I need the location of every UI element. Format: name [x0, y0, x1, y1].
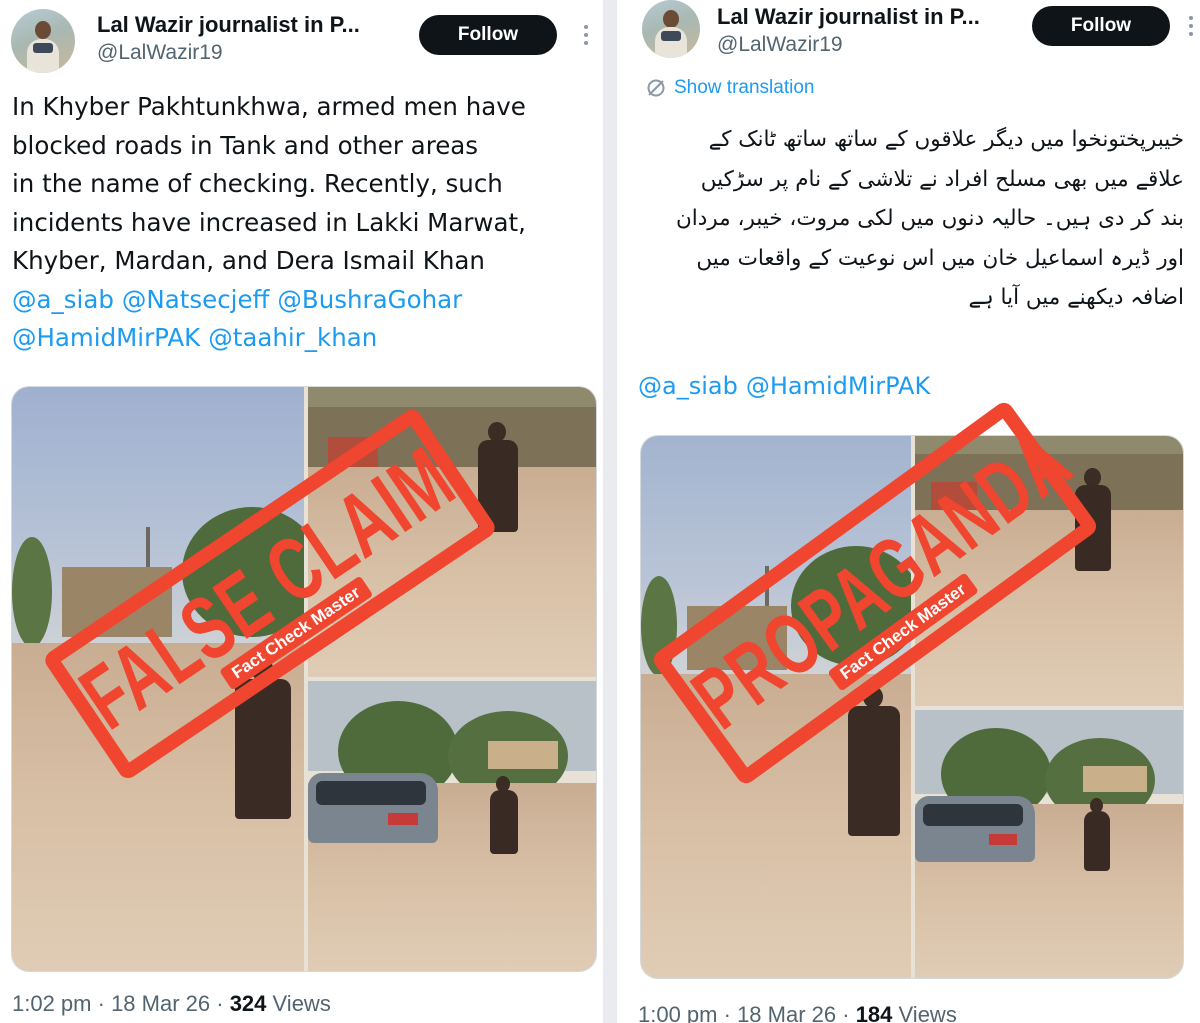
- views-count: 184: [855, 1002, 893, 1023]
- post-text-line: خیبرپختونخوا میں دیگر علاقوں کے ساتھ سات…: [708, 127, 1184, 152]
- post-text: In Khyber Pakhtunkhwa, armed men have bl…: [12, 88, 526, 358]
- mention-link[interactable]: @Natsecjeff: [122, 285, 270, 314]
- globe-icon: [647, 79, 665, 97]
- mention-link[interactable]: @HamidMirPAK: [12, 323, 200, 352]
- author-avatar[interactable]: [642, 0, 700, 58]
- mention-link[interactable]: @BushraGohar: [277, 285, 462, 314]
- more-vertical-icon[interactable]: [1188, 16, 1194, 40]
- media-photo[interactable]: [308, 681, 596, 971]
- follow-button[interactable]: Follow: [419, 15, 557, 55]
- post-time[interactable]: 1:02 pm: [12, 991, 92, 1016]
- mention-link[interactable]: @HamidMirPAK: [746, 372, 930, 400]
- post-text-line: blocked roads in Tank and other areas: [12, 130, 479, 160]
- post-text-line: Khyber, Mardan, and Dera Ismail Khan: [12, 246, 485, 275]
- author-handle[interactable]: @LalWazir19: [97, 41, 223, 65]
- mention-link[interactable]: @taahir_khan: [208, 323, 377, 352]
- show-translation-link[interactable]: Show translation: [646, 77, 814, 99]
- post-text-line: incidents have increased in Lakki Marwat…: [12, 207, 526, 237]
- more-vertical-icon[interactable]: [583, 25, 589, 49]
- left-post: Lal Wazir journalist in P... @LalWazir19…: [0, 0, 600, 1023]
- author-display-name[interactable]: Lal Wazir journalist in P...: [97, 12, 360, 38]
- post-text-line: اضافہ دیکھنے میں آیا ہے: [968, 285, 1185, 311]
- post-date[interactable]: 18 Mar 26: [737, 1002, 836, 1023]
- views-label: Views: [898, 1002, 957, 1023]
- mention-link[interactable]: @a_siab: [12, 285, 114, 314]
- views-label: Views: [272, 991, 331, 1016]
- show-translation-label[interactable]: Show translation: [674, 77, 814, 99]
- panel-divider: [603, 0, 617, 1023]
- mentions: @a_siab @HamidMirPAK: [638, 372, 930, 400]
- post-time[interactable]: 1:00 pm: [638, 1002, 718, 1023]
- post-text-urdu: خیبرپختونخوا میں دیگر علاقوں کے ساتھ سات…: [624, 120, 1184, 318]
- follow-button[interactable]: Follow: [1032, 6, 1170, 46]
- views-count: 324: [229, 991, 267, 1016]
- post-text-line: بند کر دی ہیں۔ حالیہ دنوں میں لکی مروت، …: [675, 206, 1184, 232]
- right-post: Lal Wazir journalist in P... @LalWazir19…: [620, 0, 1200, 1023]
- author-display-name[interactable]: Lal Wazir journalist in P...: [717, 4, 980, 30]
- post-text-line: اور ڈیرہ اسماعیل خان میں اس نوعیت کے واق…: [696, 245, 1184, 271]
- post-meta: 1:00 pm · 18 Mar 26 · 184 Views: [638, 1002, 957, 1023]
- post-text-line: in the name of checking. Recently, such: [12, 169, 503, 198]
- post-text-line: In Khyber Pakhtunkhwa, armed men have: [12, 92, 526, 121]
- media-photo[interactable]: [915, 710, 1183, 978]
- post-text-line: علاقے میں بھی مسلح افراد نے تلاشی کے نام…: [700, 166, 1184, 192]
- post-meta: 1:02 pm · 18 Mar 26 · 324 Views: [12, 991, 331, 1016]
- post-date[interactable]: 18 Mar 26: [111, 991, 210, 1016]
- author-handle[interactable]: @LalWazir19: [717, 33, 843, 57]
- author-avatar[interactable]: [11, 9, 75, 73]
- mention-link[interactable]: @a_siab: [638, 372, 738, 400]
